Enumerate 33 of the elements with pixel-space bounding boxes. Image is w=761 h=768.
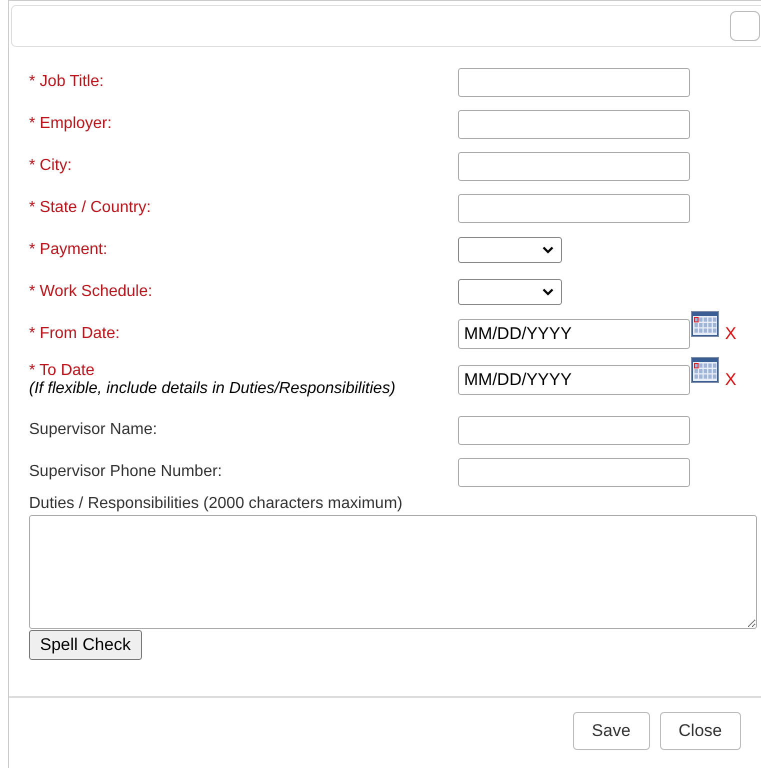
field-label: * To Date: [29, 362, 96, 380]
text-area[interactable]: [29, 515, 757, 629]
field-label: Duties / Responsibilities (2000 characters maximum): [29, 495, 404, 513]
dropdown[interactable]: [458, 237, 562, 263]
chevron-icon: [542, 288, 554, 296]
input-field[interactable]: [458, 68, 690, 96]
chevron-icon: [542, 246, 554, 254]
header-button[interactable]: [730, 11, 760, 41]
field-label: * Payment:: [29, 241, 108, 259]
field-label: * From Date:: [29, 325, 121, 343]
dropdown[interactable]: [458, 279, 562, 305]
spell-check-button[interactable]: Spell Check: [29, 630, 142, 660]
save-button[interactable]: Save: [572, 712, 650, 750]
field-label: * Employer:: [29, 115, 113, 133]
field-note: (If flexible, include details in Duties/Responsibilities): [29, 380, 396, 398]
field-label: * State / Country:: [29, 199, 152, 217]
input-field[interactable]: [458, 194, 690, 222]
input-field[interactable]: [458, 416, 690, 444]
date-field[interactable]: MM/DD/YYYY: [458, 319, 690, 349]
field-label: * Work Schedule:: [29, 283, 154, 301]
close-button[interactable]: Close: [660, 712, 741, 750]
field-label: Supervisor Phone Number:: [29, 463, 223, 481]
calendar-icon[interactable]: [691, 357, 719, 383]
field-label: * Job Title:: [29, 73, 105, 91]
field-label: Supervisor Name:: [29, 421, 158, 439]
clear-link[interactable]: X: [725, 370, 736, 390]
input-field[interactable]: [458, 152, 690, 180]
input-field[interactable]: [458, 458, 690, 486]
calendar-icon[interactable]: [691, 311, 719, 337]
input-field[interactable]: [458, 110, 690, 138]
field-label: * City:: [29, 157, 73, 175]
clear-link[interactable]: X: [725, 324, 736, 344]
date-field[interactable]: MM/DD/YYYY: [458, 365, 690, 395]
